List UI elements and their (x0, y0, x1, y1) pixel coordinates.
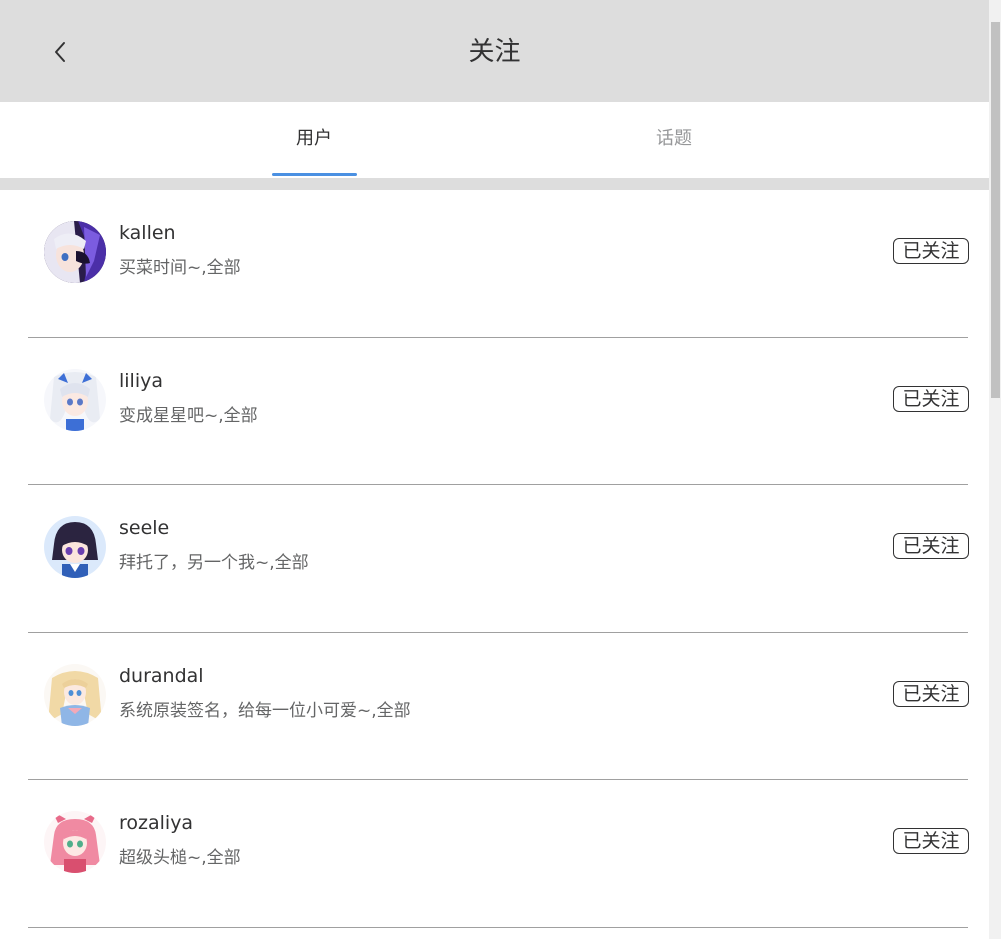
following-button[interactable]: 已关注 (893, 828, 969, 854)
user-signature: 超级头槌~,全部 (119, 848, 241, 868)
avatar[interactable] (44, 368, 106, 431)
user-name[interactable]: durandal (119, 663, 204, 689)
avatar[interactable] (44, 221, 106, 283)
section-divider (0, 178, 989, 190)
following-button[interactable]: 已关注 (893, 533, 969, 559)
following-button[interactable]: 已关注 (893, 385, 969, 412)
tab-users[interactable]: 用户 (214, 102, 414, 178)
list-item[interactable]: seele 拜托了，另一个我~,全部 已关注 (0, 485, 989, 633)
avatar[interactable] (44, 663, 106, 726)
list-item[interactable]: kallen 买菜时间~,全部 已关注 (0, 190, 989, 338)
scrollbar[interactable] (989, 0, 1001, 939)
user-signature: 拜托了，另一个我~,全部 (119, 553, 309, 573)
following-button[interactable]: 已关注 (893, 238, 969, 264)
user-signature: 变成星星吧~,全部 (119, 405, 258, 426)
user-signature: 买菜时间~,全部 (119, 258, 241, 278)
tab-topics[interactable]: 话题 (574, 102, 774, 178)
user-name[interactable]: liliya (119, 368, 163, 394)
user-name[interactable]: seele (119, 515, 169, 541)
nav-bar: 关注 (0, 0, 989, 102)
avatar[interactable] (44, 516, 106, 578)
page-title: 关注 (468, 37, 521, 67)
user-name[interactable]: rozaliya (119, 810, 193, 836)
content-area: 关注 用户 话题 kallen 买菜时间~,全部 已关注 liliya 变成星星… (0, 0, 989, 939)
list-item[interactable]: liliya 变成星星吧~,全部 已关注 (0, 338, 989, 485)
user-name[interactable]: kallen (119, 220, 176, 246)
tab-bar: 用户 话题 (0, 102, 989, 178)
follow-page: 关注 用户 话题 kallen 买菜时间~,全部 已关注 liliya 变成星星… (0, 0, 1001, 939)
tab-active-indicator (272, 173, 357, 176)
item-divider (28, 926, 968, 928)
list-item[interactable]: durandal 系统原装签名，给每一位小可爱~,全部 已关注 (0, 633, 989, 780)
following-button[interactable]: 已关注 (893, 680, 969, 707)
user-list: kallen 买菜时间~,全部 已关注 liliya 变成星星吧~,全部 已关注… (0, 190, 989, 928)
avatar[interactable] (44, 811, 106, 873)
user-signature: 系统原装签名，给每一位小可爱~,全部 (119, 700, 411, 721)
list-item[interactable]: rozaliya 超级头槌~,全部 已关注 (0, 780, 989, 928)
scrollbar-thumb[interactable] (991, 22, 1000, 398)
